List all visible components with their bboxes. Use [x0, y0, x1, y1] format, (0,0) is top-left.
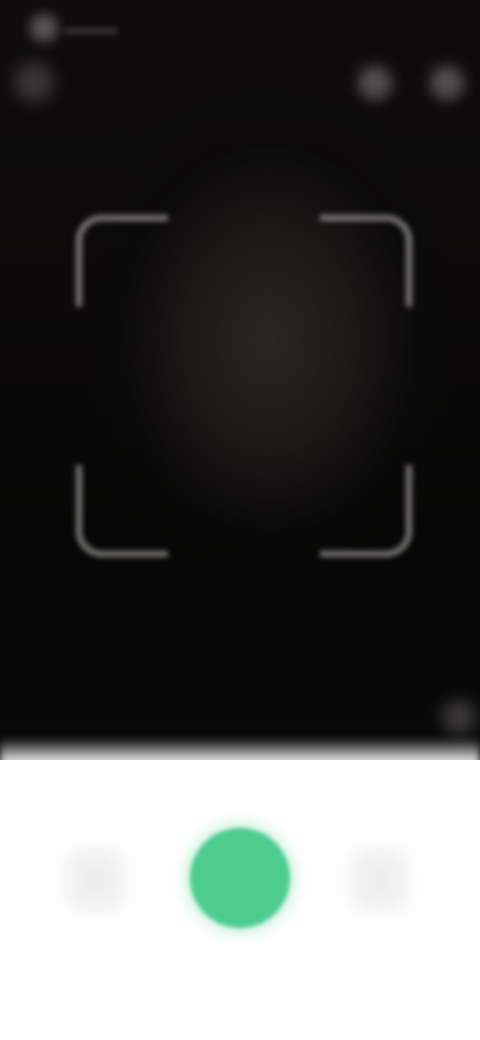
scan-frame-corner-bottom-left — [76, 465, 168, 557]
signal-icon — [30, 14, 58, 42]
switch-camera-icon — [351, 850, 407, 910]
gallery-icon — [67, 850, 123, 910]
camera-scan-screen — [0, 0, 480, 1040]
flash-icon[interactable] — [358, 66, 392, 100]
switch-camera-button[interactable] — [334, 835, 424, 925]
scan-frame-corner-top-left — [76, 215, 168, 307]
shutter-button[interactable] — [190, 828, 290, 928]
scan-frame-corner-top-right — [320, 215, 412, 307]
status-time-placeholder — [64, 28, 118, 34]
back-button[interactable] — [14, 62, 54, 102]
gallery-button[interactable] — [50, 835, 140, 925]
camera-viewfinder[interactable] — [0, 0, 480, 760]
scan-frame-corner-bottom-right — [320, 465, 412, 557]
zoom-icon[interactable] — [442, 700, 476, 734]
more-icon[interactable] — [430, 66, 464, 100]
